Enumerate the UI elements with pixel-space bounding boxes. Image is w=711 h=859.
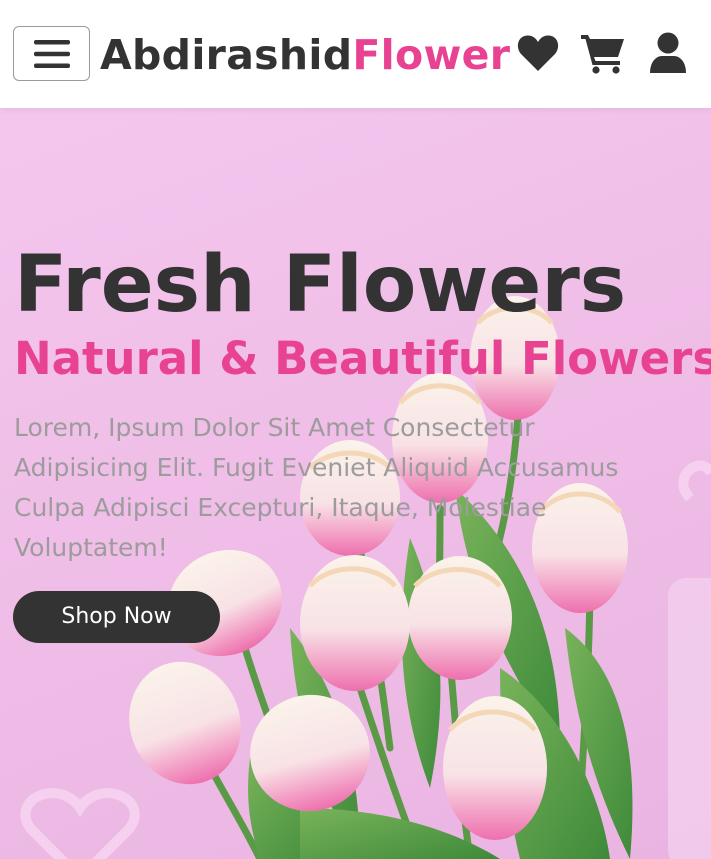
bars-icon — [33, 39, 70, 68]
heart-icon — [517, 35, 559, 71]
user-icon — [650, 32, 686, 73]
wishlist-button[interactable] — [515, 30, 561, 76]
logo-main: Abdirashid — [100, 31, 353, 79]
logo[interactable]: AbdirashidFlower — [100, 30, 510, 80]
hero-description: Lorem, Ipsum Dolor Sit Amet Consectetur … — [14, 413, 619, 562]
cart-button[interactable] — [580, 30, 626, 76]
hero-subtitle: Natural & Beautiful Flowers — [14, 332, 711, 385]
shop-now-button[interactable]: Shop Now — [13, 591, 220, 643]
shopping-cart-icon — [581, 35, 624, 74]
account-button[interactable] — [645, 30, 691, 76]
site-header: AbdirashidFlower — [0, 0, 711, 108]
hero-title: Fresh Flowers — [14, 240, 627, 330]
menu-button[interactable] — [13, 26, 90, 81]
logo-accent: Flower — [352, 31, 511, 79]
hero-section: Fresh Flowers Natural & Beautiful Flower… — [0, 108, 711, 859]
